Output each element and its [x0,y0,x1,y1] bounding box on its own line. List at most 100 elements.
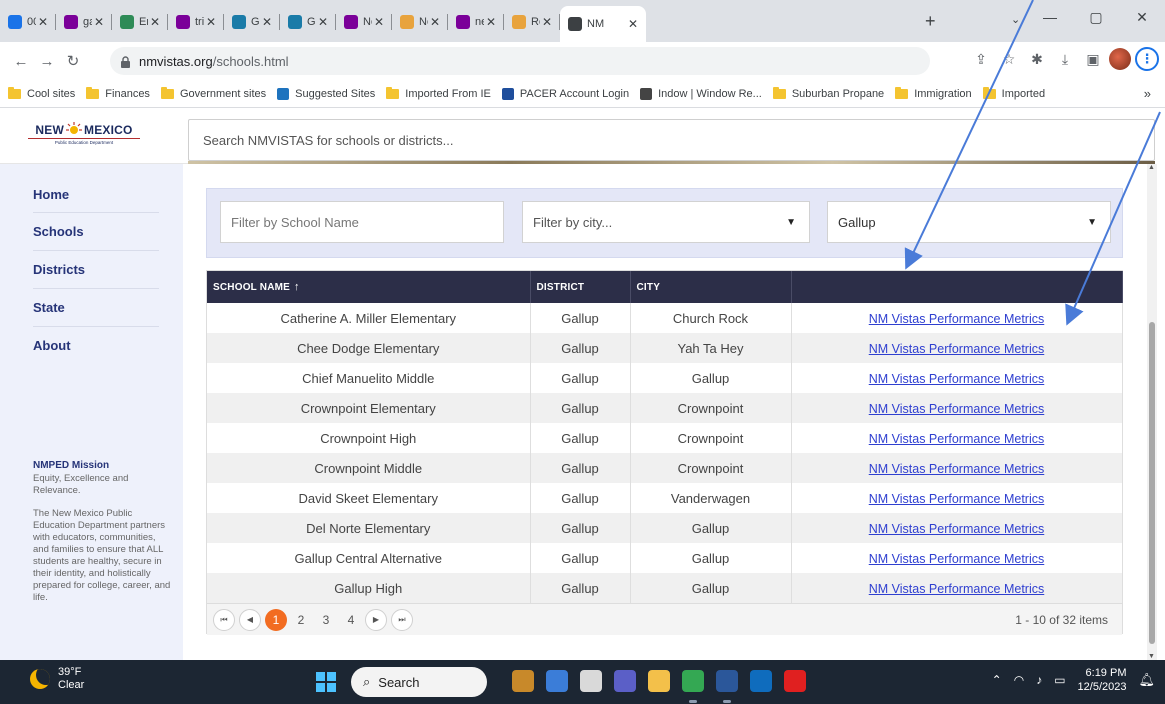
sidebar-item-districts[interactable]: Districts [33,251,159,289]
side-panel-icon[interactable]: ▣ [1081,47,1105,71]
nmped-logo[interactable]: NEW MEXICO Public Education Department [28,122,140,152]
site-search-input[interactable] [203,132,1154,148]
battery-icon[interactable]: ▭ [1054,673,1065,687]
sidebar-item-about[interactable]: About [33,327,159,365]
page-number-button[interactable]: 1 [265,608,287,631]
page-number-button[interactable]: 2 [290,609,312,631]
close-window-button[interactable]: ✕ [1119,9,1165,26]
restore-button[interactable]: ▢ [1073,9,1119,26]
last-page-icon[interactable]: ⏭ [391,608,413,631]
sidebar-item-home[interactable]: Home [33,182,159,213]
browser-tab[interactable]: 00 A✕ [0,8,56,36]
reload-icon[interactable]: ↻ [60,52,86,70]
close-tab-icon[interactable]: ✕ [148,15,162,29]
column-header-district[interactable]: DISTRICT [530,271,631,303]
bookmark-item[interactable]: Government sites [160,86,266,100]
browser-tab[interactable]: New✕ [392,8,448,36]
share-icon[interactable]: ⇪ [969,47,993,71]
notification-bell-icon[interactable]: 🔔︎ [1138,672,1155,688]
bookmark-item[interactable]: Suburban Propane [772,86,884,100]
first-page-icon[interactable]: ⏮ [213,608,235,631]
performance-metrics-link[interactable]: NM Vistas Performance Metrics [869,372,1045,386]
close-tab-icon[interactable]: ✕ [92,15,106,29]
browser-tab[interactable]: triba✕ [168,8,224,36]
bookmark-item[interactable]: Imported From IE [386,86,491,100]
acrobat-app-icon[interactable] [784,670,806,692]
browser-tab[interactable]: Rep✕ [504,8,560,36]
minimize-button[interactable]: — [1027,9,1073,26]
performance-metrics-link[interactable]: NM Vistas Performance Metrics [869,582,1045,596]
performance-metrics-link[interactable]: NM Vistas Performance Metrics [869,552,1045,566]
close-tab-icon[interactable]: ✕ [36,15,50,29]
windows-start-icon[interactable] [316,672,336,692]
bookmarks-overflow-button[interactable]: » [1144,86,1151,101]
bookmark-item[interactable]: Finances [86,86,150,100]
close-tab-icon[interactable]: ✕ [540,15,554,29]
column-header-school-name[interactable]: SCHOOL NAME ↑ [207,271,531,303]
previous-page-icon[interactable]: ◀ [239,608,261,631]
page-number-button[interactable]: 3 [315,609,337,631]
new-tab-button[interactable]: + [925,11,936,32]
browser-tab[interactable]: new✕ [448,8,504,36]
chevron-up-icon[interactable]: ⌃ [992,673,1002,687]
next-page-icon[interactable]: ▶ [365,608,387,631]
outlook-app-icon[interactable] [750,670,772,692]
taskbar-search[interactable]: ⌕ Search [351,667,487,697]
back-arrow-icon[interactable]: ← [8,53,34,70]
performance-metrics-link[interactable]: NM Vistas Performance Metrics [869,312,1045,326]
sidebar-item-schools[interactable]: Schools [33,213,159,251]
performance-metrics-link[interactable]: NM Vistas Performance Metrics [869,432,1045,446]
pre-app-icon[interactable] [546,670,568,692]
browser-tab[interactable]: Gall✕ [224,8,280,36]
scrollbar-thumb[interactable] [1149,322,1155,644]
chrome-app-icon[interactable] [682,670,704,692]
school-name-filter-input[interactable] [231,214,490,230]
scroll-up-icon[interactable]: ▲ [1148,164,1155,171]
browser-tab[interactable]: NM ✕ [560,6,646,42]
page-number-button[interactable]: 4 [340,609,362,631]
browser-tab[interactable]: Emp✕ [112,8,168,36]
close-tab-icon[interactable]: ✕ [316,15,330,29]
profile-avatar[interactable] [1109,48,1131,70]
bookmark-item[interactable]: Cool sites [8,86,75,100]
file-explorer-app-icon[interactable] [648,670,670,692]
page-scrollbar[interactable]: ▲ ▼ [1147,164,1157,660]
briefcase-app-icon[interactable] [512,670,534,692]
download-icon[interactable]: ⤓ [1053,47,1077,71]
volume-icon[interactable]: ♪ [1036,673,1042,687]
weather-widget[interactable]: 39°F Clear [30,666,84,692]
close-tab-icon[interactable]: ✕ [626,17,640,31]
performance-metrics-link[interactable]: NM Vistas Performance Metrics [869,462,1045,476]
school-name-filter[interactable] [220,201,504,243]
chrome-menu-icon[interactable]: ⋮ [1135,47,1159,71]
bookmark-item[interactable]: Imported [982,86,1045,100]
scroll-down-icon[interactable]: ▼ [1148,653,1155,660]
address-bar[interactable]: nmvistas.org/schools.html [110,47,930,75]
browser-tab[interactable]: Gall✕ [280,8,336,36]
extensions-icon[interactable]: ✱ [1025,47,1049,71]
forward-arrow-icon[interactable]: → [34,53,60,70]
sort-ascending-icon[interactable]: ↑ [294,281,300,293]
close-tab-icon[interactable]: ✕ [204,15,218,29]
district-filter-dropdown[interactable]: Gallup ▼ [827,201,1111,243]
bookmark-item[interactable]: Suggested Sites [277,87,375,100]
bookmark-item[interactable]: PACER Account Login [501,87,629,100]
wifi-icon[interactable]: ◠ [1014,673,1024,687]
close-tab-icon[interactable]: ✕ [260,15,274,29]
performance-metrics-link[interactable]: NM Vistas Performance Metrics [869,342,1045,356]
column-header-city[interactable]: CITY [630,271,792,303]
word-app-icon[interactable] [716,670,738,692]
bookmark-item[interactable]: Indow | Window Re... [640,87,762,100]
bookmark-item[interactable]: Immigration [895,86,972,100]
close-tab-icon[interactable]: ✕ [484,15,498,29]
clock[interactable]: 6:19 PM 12/5/2023 [1078,666,1127,694]
site-search-box[interactable] [188,119,1155,161]
teams-app-icon[interactable] [614,670,636,692]
performance-metrics-link[interactable]: NM Vistas Performance Metrics [869,402,1045,416]
close-tab-icon[interactable]: ✕ [428,15,442,29]
widgets-app-icon[interactable] [580,670,602,692]
sidebar-item-state[interactable]: State [33,289,159,327]
close-tab-icon[interactable]: ✕ [372,15,386,29]
performance-metrics-link[interactable]: NM Vistas Performance Metrics [869,522,1045,536]
browser-tab[interactable]: New✕ [336,8,392,36]
